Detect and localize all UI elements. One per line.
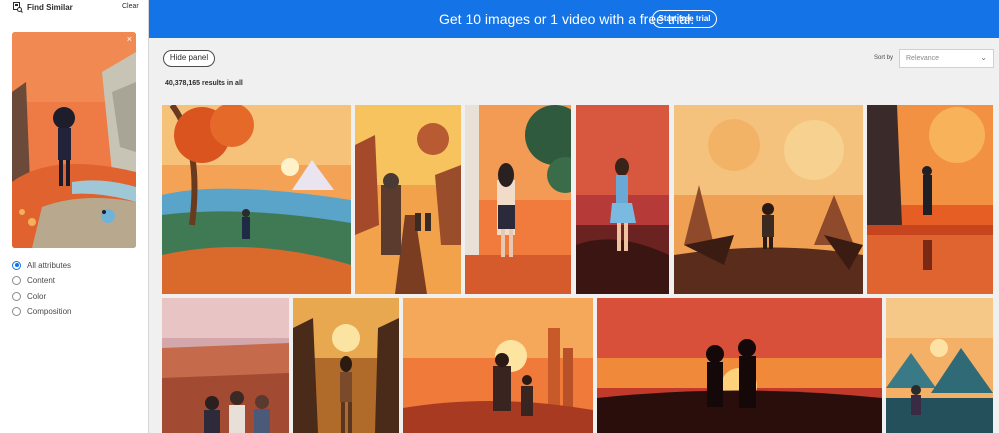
clear-button[interactable]: Clear: [122, 3, 139, 10]
sort-by-label: Sort by: [874, 55, 894, 61]
result-image[interactable]: [162, 298, 289, 433]
radio-all-attributes[interactable]: [12, 260, 21, 270]
option-label: All attributes: [27, 260, 72, 270]
sort-value: Relevance: [906, 55, 940, 62]
find-similar-panel: Find Similar Clear × All attributes Cont…: [0, 0, 149, 433]
result-image[interactable]: [674, 105, 863, 294]
hide-panel-button[interactable]: Hide panel: [163, 50, 215, 67]
reference-image-preview: ×: [12, 32, 136, 248]
result-image[interactable]: [886, 298, 993, 433]
panel-title: Find Similar: [27, 3, 73, 12]
results-count: 40,378,165 results in all: [165, 80, 243, 87]
result-image[interactable]: [162, 105, 351, 294]
radio-content[interactable]: [12, 275, 21, 285]
find-similar-icon: [13, 2, 23, 13]
panel-header: Find Similar Clear: [0, 0, 148, 16]
result-image[interactable]: [597, 298, 882, 433]
reference-image: [12, 32, 136, 248]
free-trial-banner: Get 10 images or 1 video with a free tri…: [149, 0, 999, 38]
result-image[interactable]: [576, 105, 669, 294]
option-all-attributes[interactable]: All attributes: [12, 259, 71, 271]
chevron-down-icon: ⌄: [980, 53, 987, 62]
close-icon[interactable]: ×: [127, 34, 132, 44]
option-label: Composition: [27, 306, 72, 316]
option-content[interactable]: Content: [12, 274, 55, 286]
result-image[interactable]: [867, 105, 993, 294]
result-image[interactable]: [403, 298, 593, 433]
option-label: Content: [27, 275, 56, 285]
option-color[interactable]: Color: [12, 290, 46, 302]
radio-color[interactable]: [12, 291, 21, 301]
result-image[interactable]: [293, 298, 399, 433]
result-image[interactable]: [355, 105, 461, 294]
result-image[interactable]: [465, 105, 571, 294]
start-free-trial-button[interactable]: Start free trial: [652, 10, 717, 28]
option-label: Color: [27, 291, 47, 301]
option-composition[interactable]: Composition: [12, 305, 71, 317]
radio-composition[interactable]: [12, 306, 21, 316]
sort-select[interactable]: Relevance ⌄: [899, 49, 994, 68]
